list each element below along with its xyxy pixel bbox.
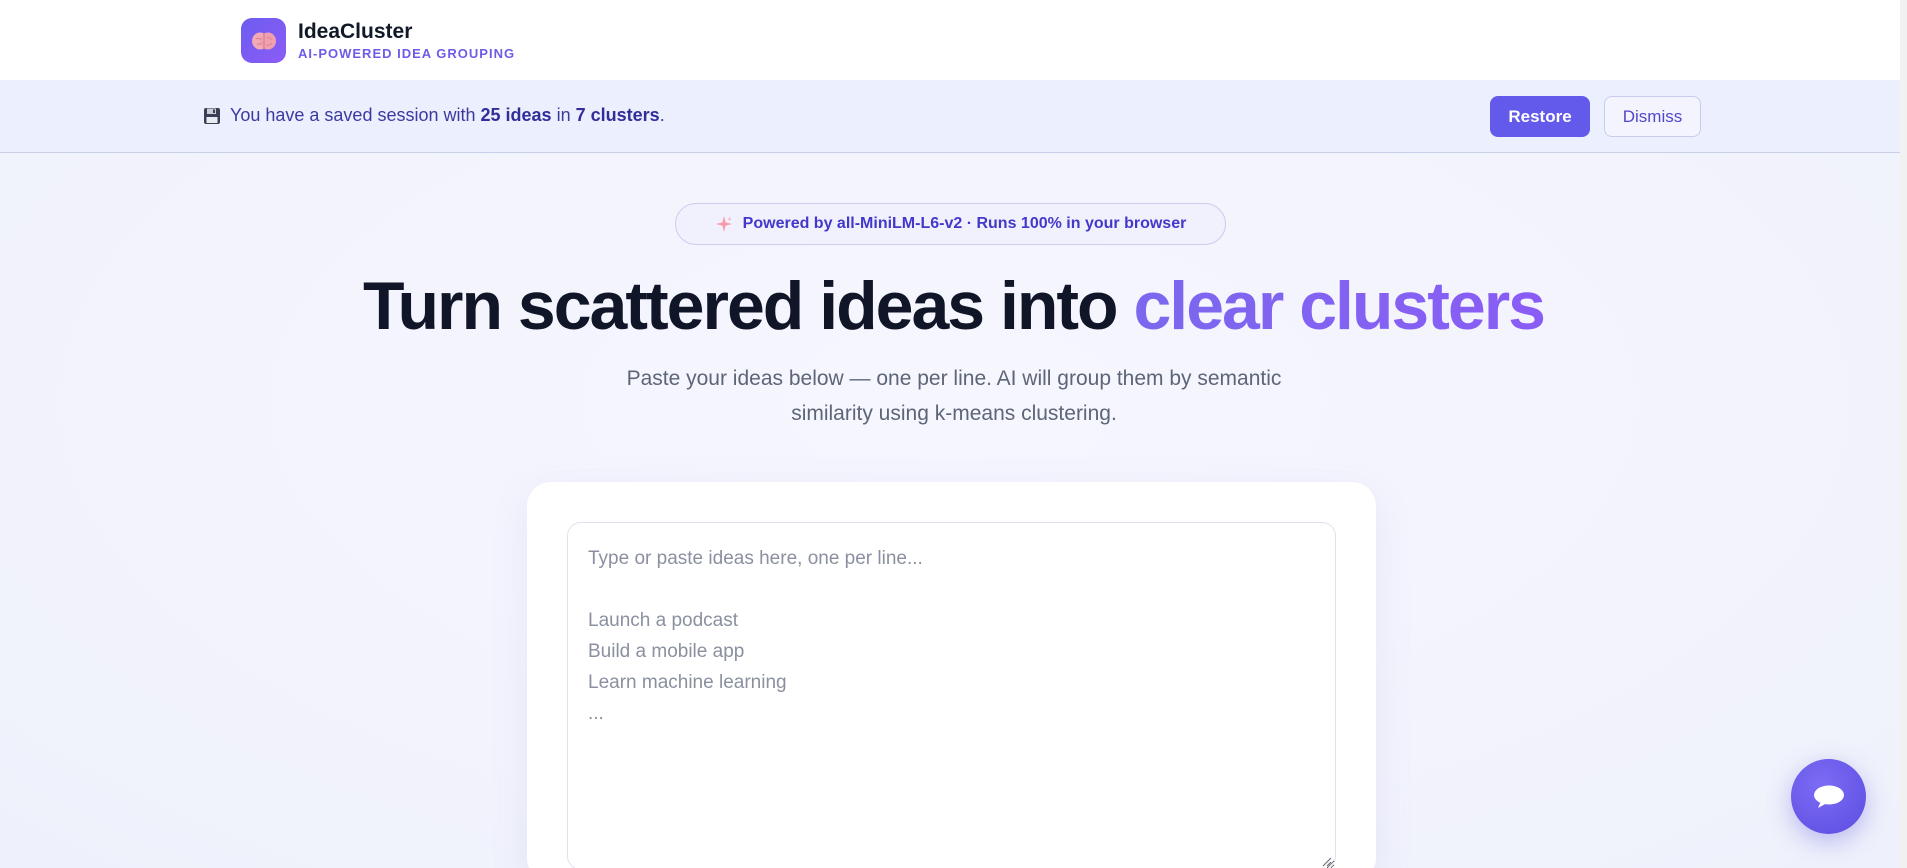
ideas-input[interactable]: [567, 522, 1336, 868]
hero-headline: Turn scattered ideas into clear clusters: [0, 262, 1907, 350]
brand[interactable]: IdeaCluster AI-POWERED IDEA GROUPING: [241, 18, 515, 63]
headline-accent: clear clusters: [1133, 268, 1546, 344]
floppy-disk-icon: [204, 107, 220, 124]
banner-clusters-count: 7 clusters: [575, 105, 660, 125]
brand-name: IdeaCluster: [298, 19, 413, 43]
pill-text: Powered by all-MiniLM-L6-v2 · Runs 100% …: [742, 215, 1187, 232]
restore-button[interactable]: Restore: [1490, 96, 1590, 137]
banner-text-before: You have a saved session with: [230, 105, 476, 125]
banner-text-after: .: [659, 105, 665, 125]
headline-main: Turn scattered ideas into: [363, 268, 1134, 344]
chat-bubble-icon: [1813, 785, 1844, 808]
brand-tagline: AI-POWERED IDEA GROUPING: [298, 45, 516, 61]
banner-ideas-count: 25 ideas: [480, 105, 552, 125]
dismiss-button[interactable]: Dismiss: [1604, 96, 1701, 137]
chat-button[interactable]: [1791, 759, 1866, 834]
brain-icon: [241, 18, 286, 63]
resize-handle-icon[interactable]: [1320, 855, 1332, 867]
top-header: IdeaCluster AI-POWERED IDEA GROUPING: [0, 0, 1907, 80]
page-scrollbar[interactable]: [1900, 0, 1907, 868]
hero-subtitle: Paste your ideas below — one per line. A…: [626, 367, 1282, 425]
saved-session-message: You have a saved session with 25 ideas i…: [203, 105, 665, 126]
sparkles-icon: [715, 216, 732, 232]
banner-text-middle: in: [556, 105, 571, 125]
model-info-pill: Powered by all-MiniLM-L6-v2 · Runs 100% …: [675, 203, 1226, 245]
